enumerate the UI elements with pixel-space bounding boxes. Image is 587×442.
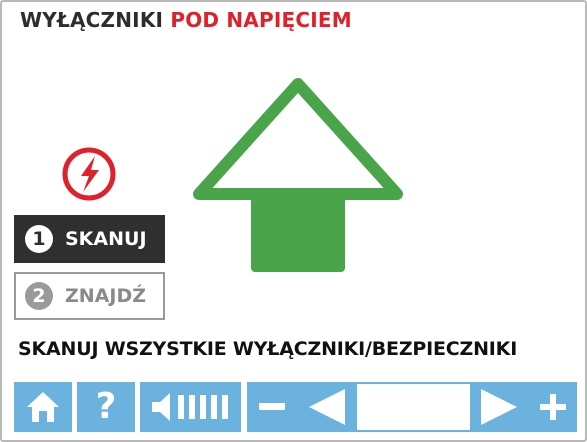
title-highlight: POD NAPIĘCIEM [170,8,352,32]
left-arrow-icon [309,389,345,425]
mode-number-2: 2 [25,282,53,310]
value-field [357,382,470,432]
lightning-warning-icon [59,144,119,204]
plus-button[interactable] [528,382,577,432]
up-arrow-icon [193,78,403,278]
right-arrow-icon [481,389,517,425]
instruction-message: SKANUJ WSZYSTKIE WYŁĄCZNIKI/BEZPIECZNIKI [18,338,518,360]
scan-label: SKANUJ [65,228,147,250]
home-icon [27,392,59,422]
minus-icon [259,403,285,410]
scan-mode-button[interactable]: 1 SKANUJ [14,215,165,263]
home-button[interactable] [14,382,72,432]
mode-number-1: 1 [25,225,53,253]
left-arrow-button[interactable] [297,382,357,432]
battery-tip [523,15,557,29]
device-screen: WYŁĄCZNIKI POD NAPIĘCIEM 1 SKANUJ 2 ZNAJ… [0,0,587,442]
volume-button[interactable] [140,382,241,432]
right-arrow-button[interactable] [470,382,528,432]
find-mode-button[interactable]: 2 ZNAJDŹ [14,272,165,320]
minus-button[interactable] [247,382,297,432]
help-icon: ? [95,386,117,427]
title-main: WYŁĄCZNIKI [20,8,164,32]
screen-title: WYŁĄCZNIKI POD NAPIĘCIEM [20,8,352,32]
help-button[interactable]: ? [77,382,135,432]
plus-icon [539,394,566,420]
volume-icon [151,393,228,421]
find-label: ZNAJDŹ [65,285,147,307]
bottom-toolbar: ? [14,382,577,432]
